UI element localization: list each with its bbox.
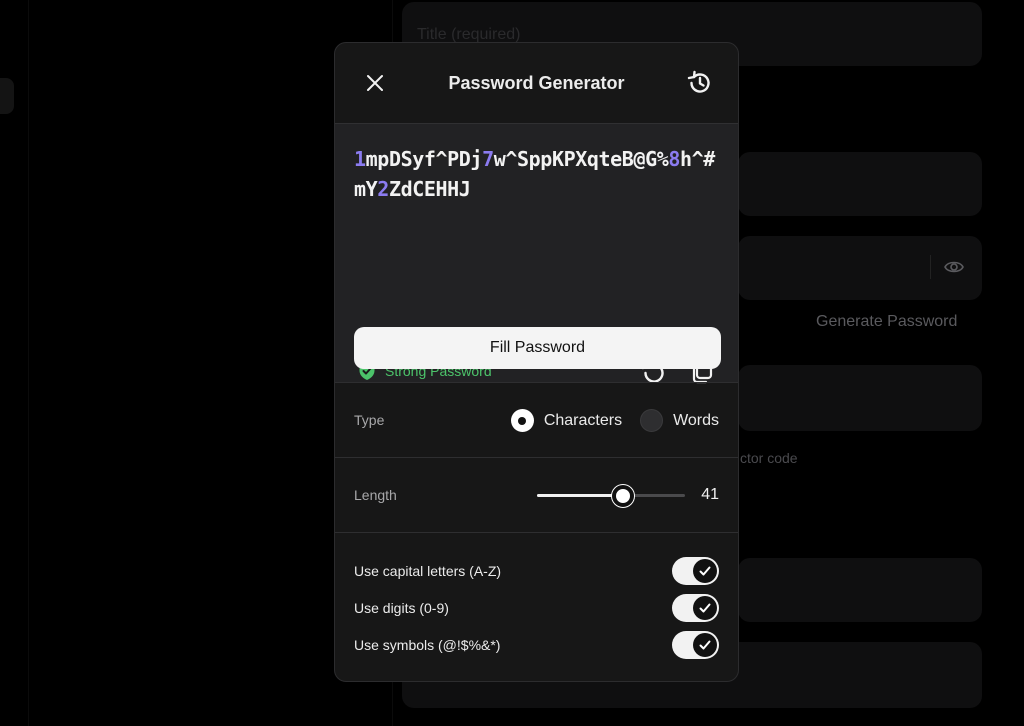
radio-unselected-icon [640, 409, 664, 432]
toggle-knob [693, 633, 717, 657]
capital-letters-toggle[interactable] [672, 557, 719, 585]
password-segment: ZdCEHHJ [388, 177, 471, 201]
toggle-knob [693, 559, 717, 583]
type-option-characters[interactable]: Characters [510, 409, 623, 432]
toggle-knob [693, 596, 717, 620]
type-row: Type Characters Words [335, 382, 738, 457]
checkmark-icon [699, 640, 711, 650]
length-slider[interactable] [537, 485, 685, 507]
background-separator [930, 255, 931, 279]
background-field [738, 558, 982, 622]
background-totp-hint: ctor code [740, 450, 798, 466]
option-label: Use symbols (@!$%&*) [354, 637, 501, 653]
password-digit: 2 [377, 177, 389, 201]
radio-selected-icon [510, 409, 534, 432]
slider-thumb[interactable] [611, 485, 634, 507]
type-radio-group: Characters Words [493, 409, 719, 432]
fill-password-button[interactable]: Fill Password [354, 327, 721, 369]
eye-icon [944, 261, 964, 273]
history-button[interactable] [682, 65, 718, 101]
type-option-label: Characters [543, 411, 623, 429]
password-generator-dialog: Password Generator 1mpDSyf^PDj7w^SppKPXq… [334, 42, 739, 682]
dialog-title: Password Generator [448, 73, 625, 93]
background-divider [28, 0, 29, 726]
background-generate-password-link: Generate Password [816, 313, 958, 330]
type-option-words[interactable]: Words [640, 409, 719, 432]
option-capital-letters: Use capital letters (A-Z) [335, 557, 738, 594]
password-digit: 8 [668, 147, 681, 171]
length-row: Length 41 [335, 457, 738, 532]
background-username-field [738, 152, 982, 216]
generated-password-text[interactable]: 1mpDSyf^PDj7w^SppKPXqteB@G%8h^#mY2ZdCEHH… [354, 144, 722, 204]
type-label: Type [354, 412, 385, 428]
password-segment: w^SppKPXqteB@G% [493, 147, 669, 171]
checkmark-icon [699, 566, 711, 576]
length-label: Length [354, 487, 397, 503]
symbols-toggle[interactable] [672, 631, 719, 659]
background-sidebar-tab [0, 78, 14, 114]
dialog-header: Password Generator [335, 43, 738, 123]
password-digit: 1 [354, 147, 366, 171]
option-label: Use capital letters (A-Z) [354, 563, 502, 579]
background-totp-field [738, 365, 982, 431]
history-icon [687, 70, 710, 93]
app-screen: Title (required) Generate Password ctor … [0, 0, 1024, 726]
password-segment: mpDSyf^PDj [365, 147, 483, 171]
digits-toggle[interactable] [672, 594, 719, 622]
option-symbols: Use symbols (@!$%&*) [335, 631, 738, 668]
type-option-label: Words [673, 411, 719, 429]
option-label: Use digits (0-9) [354, 600, 449, 616]
checkmark-icon [699, 603, 711, 613]
length-value: 41 [701, 486, 719, 503]
slider-fill [537, 494, 623, 497]
options-list: Use capital letters (A-Z) Use digits (0-… [335, 532, 738, 668]
option-digits: Use digits (0-9) [335, 594, 738, 631]
password-digit: 7 [482, 147, 494, 171]
